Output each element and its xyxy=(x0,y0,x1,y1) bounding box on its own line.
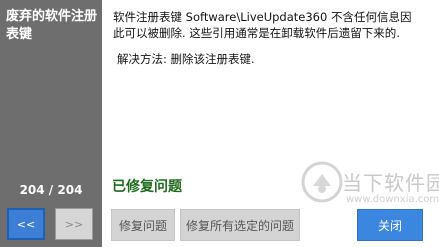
registry-fix-dialog: 废弃的软件注册表键 204 / 204 << >> 软件注册表键 Softwar… xyxy=(0,0,439,247)
close-button[interactable]: 关闭 xyxy=(357,209,423,241)
watermark-url: www.downxia.com xyxy=(346,194,439,205)
previous-issue-button[interactable]: << xyxy=(7,208,45,240)
watermark-text: 当下软件园 xyxy=(342,171,439,195)
fixed-status-label: 已修复问题 xyxy=(112,179,182,195)
issue-solution: 解决方法: 删除该注册表键. xyxy=(117,52,255,66)
issue-description: 软件注册表键 Software\LiveUpdate360 不含任何信息因此可以… xyxy=(113,10,412,40)
watermark-logo-icon xyxy=(301,161,343,203)
sidebar: 废弃的软件注册表键 204 / 204 << >> xyxy=(0,0,102,247)
issue-counter: 204 / 204 xyxy=(19,183,83,197)
fix-all-selected-button[interactable]: 修复所有选定的问题 xyxy=(180,209,300,241)
fix-issue-button[interactable]: 修复问题 xyxy=(111,209,175,241)
next-issue-button[interactable]: >> xyxy=(55,208,93,240)
issue-details: 软件注册表键 Software\LiveUpdate360 不含任何信息因此可以… xyxy=(113,9,413,67)
sidebar-title: 废弃的软件注册表键 xyxy=(6,9,98,42)
